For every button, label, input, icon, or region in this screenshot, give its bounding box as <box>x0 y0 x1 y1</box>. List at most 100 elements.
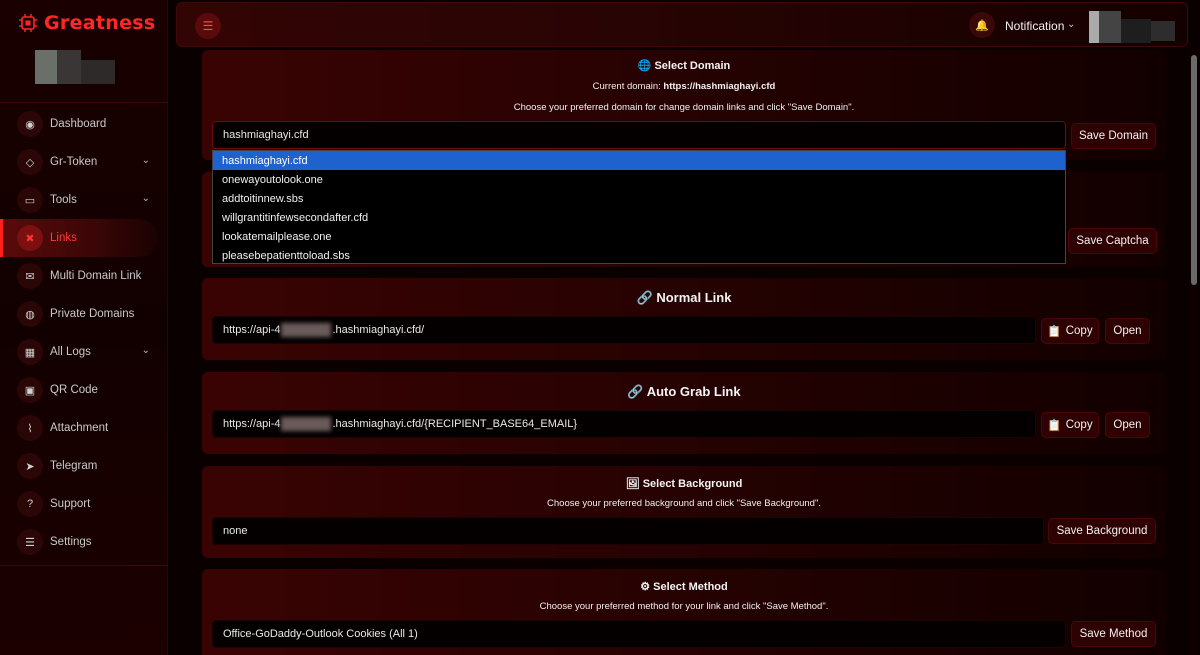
sidebar-item-label: Dashboard <box>50 118 107 130</box>
brand-logo[interactable]: Greatness <box>18 10 156 36</box>
avatar <box>35 50 115 84</box>
normal-link-title: 🔗 Normal Link <box>636 290 732 305</box>
select-background-hint: Choose your preferred background and cli… <box>547 498 821 509</box>
sidebar-item-private-domains[interactable]: ◍ Private Domains <box>0 295 168 333</box>
copy-button[interactable]: 📋 Copy <box>1041 318 1099 344</box>
save-domain-button[interactable]: Save Domain <box>1071 123 1156 149</box>
laptop-icon: ▭ <box>17 187 43 213</box>
select-domain-hint: Choose your preferred domain for change … <box>513 102 855 113</box>
auto-grab-link-title: 🔗 Auto Grab Link <box>627 384 741 399</box>
link-icon: 🔗 <box>636 290 653 305</box>
domain-option[interactable]: onewayoutolook.one <box>213 170 1065 189</box>
sidebar-item-dashboard[interactable]: ◉ Dashboard <box>0 105 168 143</box>
sidebar: Greatness ◉ Dashboard ◇ Gr-Token ⌄ ▭ Tools ⌄ ✖ Li… <box>0 0 168 655</box>
sidebar-item-label: Settings <box>50 536 92 548</box>
domain-option[interactable]: willgrantitinfewsecondafter.cfd <box>213 208 1065 227</box>
sidebar-divider <box>0 102 168 103</box>
sidebar-item-links[interactable]: ✖ Links <box>0 219 158 257</box>
globe-icon: 🌐 <box>637 60 652 72</box>
envelope-icon: ✉ <box>17 263 43 289</box>
sidebar-item-all-logs[interactable]: ▦ All Logs ⌄ <box>0 333 168 371</box>
sidebar-nav: ◉ Dashboard ◇ Gr-Token ⌄ ▭ Tools ⌄ ✖ Links ✉ Multi … <box>0 105 168 561</box>
chevron-down-icon: ⌄ <box>141 155 150 166</box>
domain-option[interactable]: addtoitinnew.sbs <box>213 189 1065 208</box>
open-button[interactable]: Open <box>1105 318 1150 344</box>
domain-option[interactable]: pleasebepatienttoload.sbs <box>213 246 1065 265</box>
sidebar-item-label: Multi Domain Link <box>50 270 142 282</box>
sidebar-item-label: Tools <box>50 194 77 206</box>
open-button[interactable]: Open <box>1105 412 1150 438</box>
gear-icon: ⚙ <box>640 581 651 593</box>
auto-grab-link-field[interactable]: https://api-4 .hashmiaghayi.cfd/{RECIPIEN… <box>212 410 1036 438</box>
select-background-card: 🖼 Select Background Choose your preferre… <box>202 466 1166 558</box>
clipboard-icon: 📋 <box>1047 420 1062 432</box>
background-select-value: none <box>223 525 248 537</box>
diamond-icon: ◇ <box>17 149 43 175</box>
user-avatar[interactable] <box>1089 11 1175 43</box>
select-method-hint: Choose your preferred method for your li… <box>539 601 829 612</box>
domain-select-value: hashmiaghayi.cfd <box>223 129 309 141</box>
chevron-down-icon[interactable]: ⌄ <box>1067 19 1075 30</box>
sidebar-item-multi-domain-link[interactable]: ✉ Multi Domain Link <box>0 257 168 295</box>
sidebar-item-label: Links <box>50 232 77 244</box>
domain-option[interactable]: hashmiaghayi.cfd <box>213 151 1065 170</box>
redacted-blur <box>281 417 332 431</box>
select-domain-title: 🌐 Select Domain <box>637 60 731 72</box>
sidebar-item-label: All Logs <box>50 346 91 358</box>
sidebar-item-label: Gr-Token <box>50 156 98 168</box>
sidebar-item-label: Support <box>50 498 91 510</box>
sidebar-item-attachment[interactable]: ⌇ Attachment <box>0 409 168 447</box>
sidebar-divider <box>0 565 168 566</box>
sidebar-item-settings[interactable]: ☰ Settings <box>0 523 168 561</box>
notification-button[interactable]: 🔔 <box>969 12 995 38</box>
copy-button[interactable]: 📋 Copy <box>1041 412 1099 438</box>
domain-select[interactable]: hashmiaghayi.cfd <box>212 121 1066 149</box>
domain-dropdown-list: hashmiaghayi.cfd onewayoutolook.one addtoi… <box>212 150 1066 264</box>
link-icon: ✖ <box>17 225 43 251</box>
select-method-card: ⚙ Select Method Choose your preferred me… <box>202 569 1166 655</box>
auto-grab-link-card: 🔗 Auto Grab Link https://api-4 .hashmiagh… <box>202 372 1166 454</box>
scrollbar-thumb[interactable] <box>1191 55 1197 285</box>
chevron-down-icon: ⌄ <box>141 193 150 204</box>
sidebar-item-telegram[interactable]: ➤ Telegram <box>0 447 168 485</box>
clipboard-icon: 📋 <box>1047 326 1062 338</box>
sidebar-item-label: Telegram <box>50 460 98 472</box>
background-select[interactable]: none <box>212 517 1044 545</box>
method-select[interactable]: Office-GoDaddy-Outlook Cookies (All 1) <box>212 620 1066 648</box>
brand-name: Greatness <box>44 12 156 34</box>
globe-icon: ◍ <box>17 301 43 327</box>
save-method-button[interactable]: Save Method <box>1071 621 1156 647</box>
save-background-button[interactable]: Save Background <box>1048 518 1156 544</box>
telegram-icon: ➤ <box>17 453 43 479</box>
redacted-blur <box>281 323 332 337</box>
chip-icon <box>19 14 37 32</box>
normal-link-field[interactable]: https://api-4 .hashmiaghayi.cfd/ <box>212 316 1036 344</box>
bell-icon: 🔔 <box>975 19 989 32</box>
select-domain-card: 🌐 Select Domain Current domain: https://… <box>202 50 1166 160</box>
grid-icon: ▦ <box>17 339 43 365</box>
select-background-title: 🖼 Select Background <box>625 478 743 490</box>
sidebar-item-tools[interactable]: ▭ Tools ⌄ <box>0 181 168 219</box>
sliders-icon: ☰ <box>17 529 43 555</box>
hamburger-icon: ☰ <box>202 19 214 33</box>
current-domain-line: Current domain: https://hashmiaghayi.cfd <box>592 81 776 92</box>
method-select-value: Office-GoDaddy-Outlook Cookies (All 1) <box>223 628 418 640</box>
sidebar-item-gr-token[interactable]: ◇ Gr-Token ⌄ <box>0 143 168 181</box>
select-method-title: ⚙ Select Method <box>640 581 728 593</box>
sidebar-item-label: Attachment <box>50 422 109 434</box>
normal-link-card: 🔗 Normal Link https://api-4 .hashmiaghayi… <box>202 278 1166 360</box>
domain-option[interactable]: lookatemailplease.one <box>213 227 1065 246</box>
chevron-down-icon: ⌄ <box>141 345 150 356</box>
hamburger-menu-button[interactable]: ☰ <box>195 13 221 39</box>
paperclip-icon: ⌇ <box>17 415 43 441</box>
question-icon: ? <box>17 491 43 517</box>
sidebar-item-label: Private Domains <box>50 308 135 320</box>
qr-icon: ▣ <box>17 377 43 403</box>
gauge-icon: ◉ <box>17 111 43 137</box>
sidebar-item-qr-code[interactable]: ▣ QR Code <box>0 371 168 409</box>
link-icon: 🔗 <box>627 384 644 399</box>
sidebar-item-label: QR Code <box>50 384 98 396</box>
notification-label[interactable]: Notification <box>1005 19 1064 33</box>
sidebar-item-support[interactable]: ? Support <box>0 485 168 523</box>
save-captcha-button[interactable]: Save Captcha <box>1068 228 1157 254</box>
